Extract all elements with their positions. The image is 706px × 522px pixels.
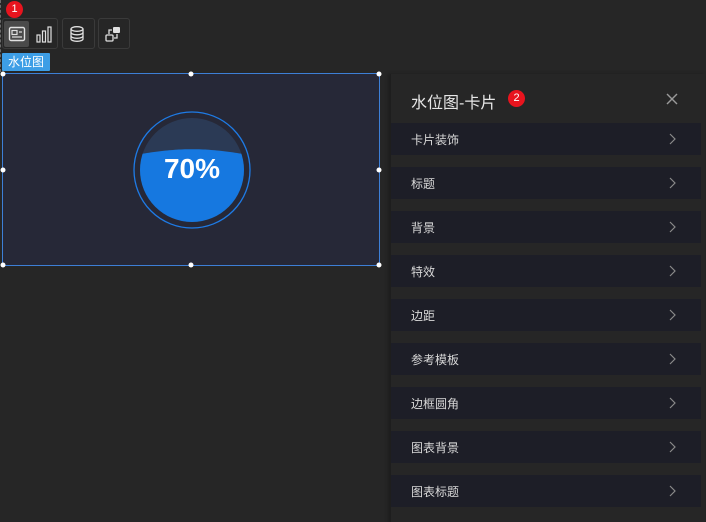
chevron-right-icon bbox=[669, 441, 676, 453]
panel-item-list: 卡片装饰标题背景特效边距参考模板边框圆角图表背景图表标题 bbox=[391, 123, 701, 519]
toolbar-group-view bbox=[2, 18, 58, 49]
panel-item[interactable]: 图表背景 bbox=[391, 431, 701, 463]
database-button[interactable] bbox=[64, 21, 90, 47]
panel-item-label: 图表标题 bbox=[411, 485, 460, 499]
panel-item[interactable]: 标题 bbox=[391, 167, 701, 199]
resize-handle-e[interactable] bbox=[376, 167, 382, 172]
panel-item-label: 边距 bbox=[411, 309, 436, 323]
callout-marker-2: 2 bbox=[508, 90, 525, 107]
chevron-right-icon bbox=[669, 353, 676, 365]
database-icon bbox=[70, 25, 84, 42]
chevron-right-icon bbox=[669, 177, 676, 189]
panel-item-label: 标题 bbox=[411, 177, 436, 191]
callout-marker-1: 1 bbox=[6, 1, 23, 18]
chevron-right-icon bbox=[669, 265, 676, 277]
toolbar-group-data bbox=[62, 18, 95, 49]
panel-item-label: 边框圆角 bbox=[411, 397, 460, 411]
close-icon[interactable] bbox=[663, 90, 681, 108]
panel-item[interactable]: 卡片装饰 bbox=[391, 123, 701, 155]
panel-header: 水位图-卡片 2 bbox=[391, 74, 705, 124]
panel-item[interactable]: 参考模板 bbox=[391, 343, 701, 375]
chevron-right-icon bbox=[669, 397, 676, 409]
image-card-button[interactable] bbox=[4, 20, 29, 47]
editor-canvas: 1 水位图 70% 水位图-卡片 2 卡片装饰 标题 背景 特效 边距 参考模板 边框圆 bbox=[0, 0, 706, 522]
panel-item-label: 图表背景 bbox=[411, 441, 460, 455]
bar-chart-button[interactable] bbox=[31, 21, 56, 47]
gauge-value-label: 70% bbox=[164, 153, 220, 184]
water-level-widget[interactable]: 70% bbox=[0, 71, 382, 268]
panel-item[interactable]: 边距 bbox=[391, 299, 701, 331]
resize-handle-nw[interactable] bbox=[0, 71, 6, 77]
water-level-gauge: 70% bbox=[133, 111, 251, 229]
panel-item-label: 卡片装饰 bbox=[411, 133, 460, 147]
resize-handle-sw[interactable] bbox=[0, 262, 6, 268]
chevron-right-icon bbox=[669, 133, 676, 145]
component-type-tag: 水位图 bbox=[2, 53, 51, 71]
chevron-right-icon bbox=[669, 221, 676, 233]
image-card-icon bbox=[8, 26, 25, 41]
panel-item-label: 背景 bbox=[411, 221, 436, 235]
bar-chart-icon bbox=[35, 25, 52, 43]
resize-handle-n[interactable] bbox=[188, 71, 194, 77]
guide-line bbox=[0, 0, 1, 72]
panel-title: 水位图-卡片 bbox=[411, 95, 497, 112]
panel-item[interactable]: 边框圆角 bbox=[391, 387, 701, 419]
resize-handle-s[interactable] bbox=[188, 262, 194, 268]
panel-item-label: 特效 bbox=[411, 265, 436, 279]
toolbar-group-interaction bbox=[98, 18, 130, 49]
resize-handle-se[interactable] bbox=[376, 262, 382, 268]
resize-handle-ne[interactable] bbox=[376, 71, 382, 77]
interaction-button[interactable] bbox=[100, 21, 126, 47]
panel-item-label: 参考模板 bbox=[411, 353, 460, 367]
interaction-icon bbox=[105, 26, 120, 42]
resize-handle-w[interactable] bbox=[0, 167, 6, 172]
panel-item[interactable]: 背景 bbox=[391, 211, 701, 243]
chevron-right-icon bbox=[669, 309, 676, 321]
property-panel: 水位图-卡片 2 卡片装饰标题背景特效边距参考模板边框圆角图表背景图表标题 bbox=[390, 74, 705, 522]
chevron-right-icon bbox=[669, 485, 676, 497]
panel-item[interactable]: 图表标题 bbox=[391, 475, 701, 507]
panel-item[interactable]: 特效 bbox=[391, 255, 701, 287]
